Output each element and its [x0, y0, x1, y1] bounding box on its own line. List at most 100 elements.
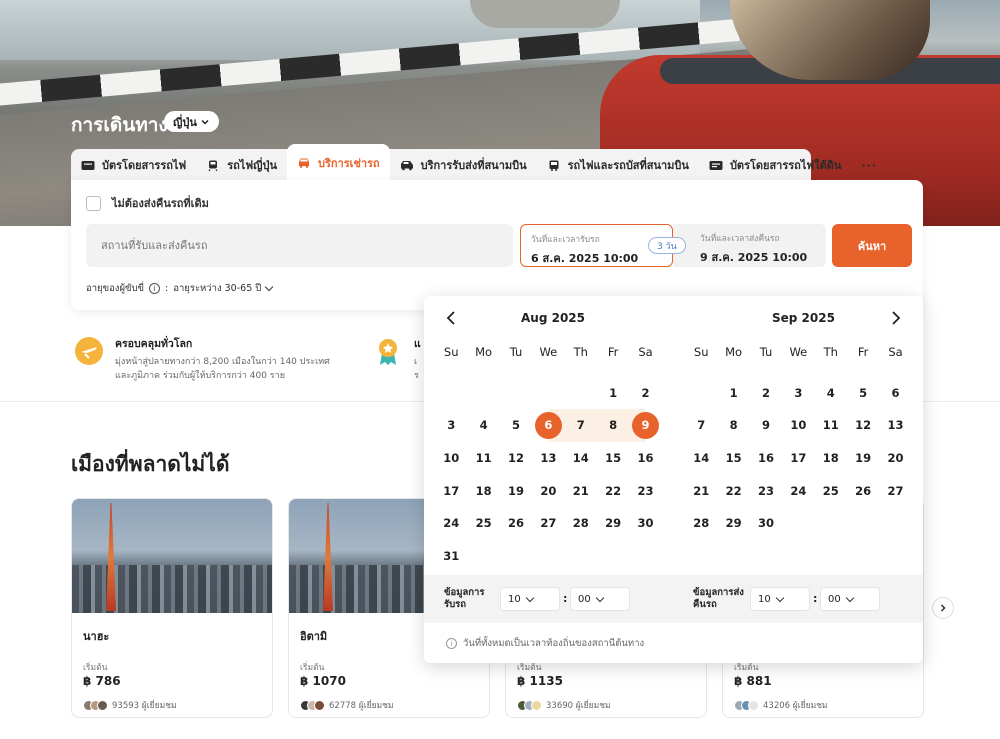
- calendar-day[interactable]: 24: [435, 507, 467, 540]
- calendar-day[interactable]: 16: [629, 442, 661, 475]
- calendar-day[interactable]: 3: [435, 409, 467, 442]
- calendar-day[interactable]: 30: [750, 507, 782, 540]
- calendar-day[interactable]: 3: [782, 377, 814, 410]
- globe-plane-icon: [75, 337, 103, 365]
- calendar-day[interactable]: 8: [596, 409, 630, 442]
- return-hour-select[interactable]: 10: [750, 587, 810, 611]
- prev-month-button[interactable]: [444, 310, 458, 330]
- city-card[interactable]: นาฮะ เริ่มต้น ฿ 786 93593 ผู้เยี่ยมชม: [71, 498, 273, 718]
- calendar-day[interactable]: 17: [435, 474, 467, 507]
- award-badge-icon: [379, 339, 397, 365]
- calendar-day[interactable]: 16: [750, 442, 782, 475]
- calendar-day[interactable]: 17: [782, 442, 814, 475]
- different-return-checkbox[interactable]: [86, 195, 101, 211]
- calendar-day[interactable]: 28: [565, 507, 597, 540]
- calendar-day[interactable]: 24: [782, 474, 814, 507]
- calendar-day[interactable]: 2: [629, 377, 661, 410]
- bus-icon: [549, 160, 559, 171]
- calendar-day[interactable]: 21: [685, 474, 717, 507]
- tab-car-rental[interactable]: บริการเช่ารถ: [286, 144, 390, 181]
- shuttle-icon: [400, 160, 413, 170]
- calendar-day[interactable]: 6: [532, 409, 565, 442]
- calendar-day[interactable]: 9: [629, 409, 662, 442]
- tabs-more-button[interactable]: ···: [851, 149, 887, 181]
- calendar-day[interactable]: 31: [435, 540, 467, 573]
- calendar-day[interactable]: 12: [847, 409, 879, 442]
- calendar-day[interactable]: 2: [750, 377, 782, 410]
- calendar-day[interactable]: 13: [532, 442, 564, 475]
- calendar-day[interactable]: 20: [532, 474, 564, 507]
- calendar-day[interactable]: 28: [685, 507, 717, 540]
- tab-japan-train[interactable]: รถไฟญี่ปุ่น: [196, 149, 287, 181]
- calendar-day[interactable]: 10: [782, 409, 814, 442]
- calendar-day[interactable]: 19: [500, 474, 532, 507]
- calendar-day[interactable]: 18: [815, 442, 847, 475]
- tab-airport-transfer[interactable]: บริการรับส่งที่สนามบิน: [390, 149, 537, 181]
- calendar-day[interactable]: 14: [685, 442, 717, 475]
- calendar-day[interactable]: 15: [597, 442, 629, 475]
- calendar-day[interactable]: 5: [500, 409, 532, 442]
- calendar-day[interactable]: 27: [532, 507, 564, 540]
- calendar-day[interactable]: 9: [750, 409, 782, 442]
- calendar-day[interactable]: 15: [717, 442, 749, 475]
- calendar-day[interactable]: 23: [629, 474, 661, 507]
- pickup-hour-select[interactable]: 10: [500, 587, 560, 611]
- driver-age-label: อายุของผู้ขับขี่: [86, 283, 145, 294]
- calendar-day[interactable]: 22: [717, 474, 749, 507]
- calendar-day[interactable]: 30: [629, 507, 661, 540]
- calendar-day[interactable]: 27: [879, 474, 911, 507]
- calendar-day[interactable]: 29: [597, 507, 629, 540]
- calendar-day[interactable]: 4: [467, 409, 499, 442]
- city-image: [72, 499, 272, 613]
- location-input[interactable]: [86, 224, 513, 267]
- calendar-day[interactable]: 23: [750, 474, 782, 507]
- calendar-day[interactable]: 11: [467, 442, 499, 475]
- calendar-day[interactable]: 25: [467, 507, 499, 540]
- country-label: ญี่ปุ่น: [173, 115, 197, 129]
- country-selector[interactable]: ญี่ปุ่น: [164, 111, 219, 132]
- empty-day-cell: [467, 377, 499, 410]
- feature-second: แ เร: [372, 335, 421, 383]
- different-return-option[interactable]: ไม่ต้องส่งคืนรถที่เดิม: [86, 194, 209, 212]
- calendar-day[interactable]: 26: [500, 507, 532, 540]
- calendar-day[interactable]: 14: [565, 442, 597, 475]
- calendar-day[interactable]: 10: [435, 442, 467, 475]
- calendar-day[interactable]: 29: [717, 507, 749, 540]
- month-title: Aug 2025: [521, 311, 585, 325]
- calendar-day[interactable]: 11: [815, 409, 847, 442]
- calendar-day[interactable]: 21: [565, 474, 597, 507]
- tab-rail-pass[interactable]: บัตรโดยสารรถไฟ: [71, 149, 196, 181]
- calendar-day[interactable]: 1: [717, 377, 749, 410]
- calendar-day[interactable]: 20: [879, 442, 911, 475]
- chevron-down-icon: [775, 593, 784, 602]
- calendar-day[interactable]: 19: [847, 442, 879, 475]
- return-minute-select[interactable]: 00: [820, 587, 880, 611]
- carousel-next-button[interactable]: [932, 597, 954, 619]
- ticket-icon: [81, 160, 95, 170]
- calendar-day[interactable]: 18: [467, 474, 499, 507]
- calendar-day[interactable]: 7: [685, 409, 717, 442]
- calendar-day[interactable]: 12: [500, 442, 532, 475]
- calendar-day[interactable]: 6: [879, 377, 911, 410]
- search-button[interactable]: ค้นหา: [832, 224, 912, 267]
- calendar-day[interactable]: 26: [847, 474, 879, 507]
- section-title: เมืองที่พลาดไม่ได้: [71, 452, 230, 476]
- calendar-day[interactable]: 4: [815, 377, 847, 410]
- tab-subway-pass[interactable]: บัตรโดยสารรถไฟใต้ดิน: [699, 149, 851, 181]
- calendar-day[interactable]: 5: [847, 377, 879, 410]
- calendar-day[interactable]: 1: [597, 377, 629, 410]
- feature-desc: เร: [414, 357, 419, 381]
- chevron-left-icon: [446, 311, 455, 325]
- calendar-day[interactable]: 25: [815, 474, 847, 507]
- driver-age-selector[interactable]: อายุของผู้ขับขี่ i : อายุระหว่าง 30-65 ป…: [86, 281, 274, 296]
- tab-airport-train-bus[interactable]: รถไฟและรถบัสที่สนามบิน: [537, 149, 699, 181]
- calendar-day[interactable]: 8: [717, 409, 749, 442]
- info-icon[interactable]: i: [149, 283, 161, 294]
- next-month-button[interactable]: [889, 310, 903, 330]
- calendar-day[interactable]: 7: [564, 409, 597, 442]
- return-datetime-field[interactable]: วันที่และเวลาส่งคืนรถ 9 ส.ค. 2025 10:00: [673, 224, 826, 267]
- pickup-minute-select[interactable]: 00: [570, 587, 630, 611]
- calendar-day[interactable]: 13: [879, 409, 911, 442]
- calendar-day[interactable]: 22: [597, 474, 629, 507]
- chevron-down-icon: [845, 593, 854, 602]
